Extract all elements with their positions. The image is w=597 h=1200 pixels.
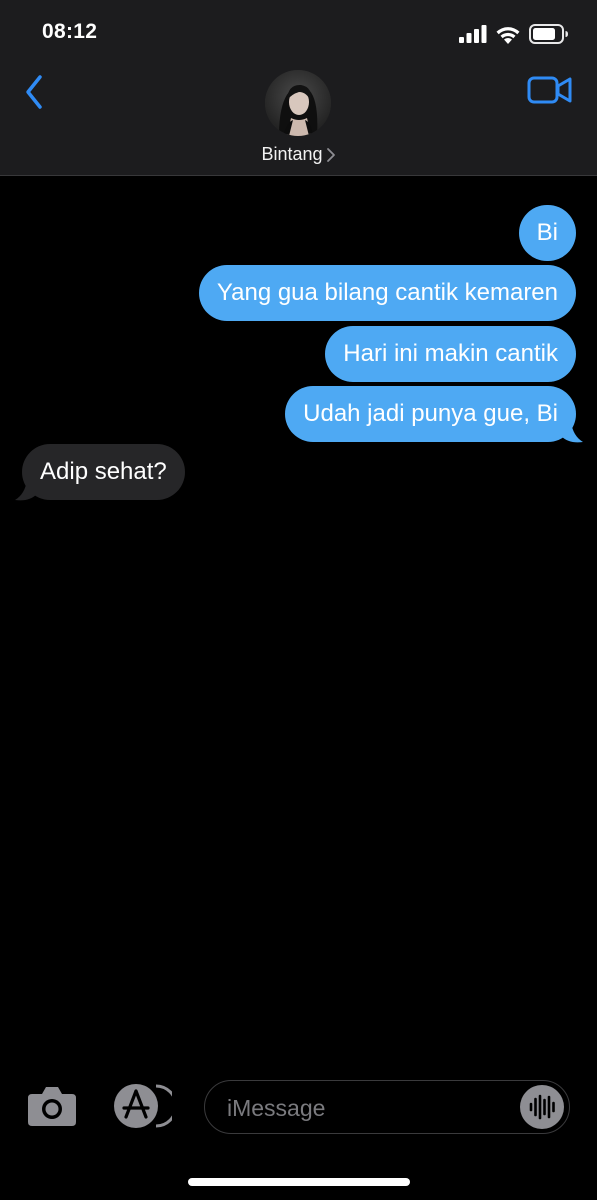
message-input-field[interactable]	[204, 1080, 570, 1134]
camera-button[interactable]	[26, 1084, 78, 1128]
message-bubble-sent[interactable]: Yang gua bilang cantik kemaren	[198, 265, 576, 321]
audio-waveform-icon	[529, 1094, 555, 1120]
message-bubble-sent[interactable]: Hari ini makin cantik	[325, 326, 576, 382]
conversation-header: 08:12 Bintang	[0, 0, 597, 176]
chevron-left-icon	[26, 75, 42, 109]
contact-photo	[265, 70, 331, 136]
contact-name: Bintang	[261, 144, 323, 164]
back-button[interactable]	[22, 72, 52, 112]
wifi-icon	[496, 26, 520, 44]
bubble-tail-sent	[561, 422, 583, 443]
message-bubble-sent[interactable]: Udah jadi punya gue, Bi	[285, 386, 576, 442]
message-input[interactable]	[225, 1089, 509, 1127]
contact-name-button[interactable]: Bintang	[0, 144, 597, 165]
cellular-signal-icon	[459, 25, 487, 43]
app-store-icon	[114, 1084, 178, 1128]
battery-icon	[529, 24, 568, 44]
chevron-right-icon	[326, 148, 335, 163]
message-bubble-sent[interactable]: Bi	[518, 205, 576, 261]
bubble-tail-received	[15, 480, 37, 501]
camera-icon	[28, 1087, 76, 1126]
app-store-button[interactable]	[112, 1082, 178, 1130]
home-indicator[interactable]	[188, 1178, 410, 1186]
message-bubble-received[interactable]: Adip sehat?	[22, 444, 185, 500]
video-camera-icon	[527, 76, 572, 104]
audio-message-button[interactable]	[520, 1085, 564, 1129]
status-bar: 08:12	[0, 0, 597, 66]
contact-avatar[interactable]	[265, 70, 331, 136]
facetime-video-button[interactable]	[527, 74, 573, 106]
status-icons	[459, 22, 569, 46]
status-time: 08:12	[42, 20, 98, 43]
